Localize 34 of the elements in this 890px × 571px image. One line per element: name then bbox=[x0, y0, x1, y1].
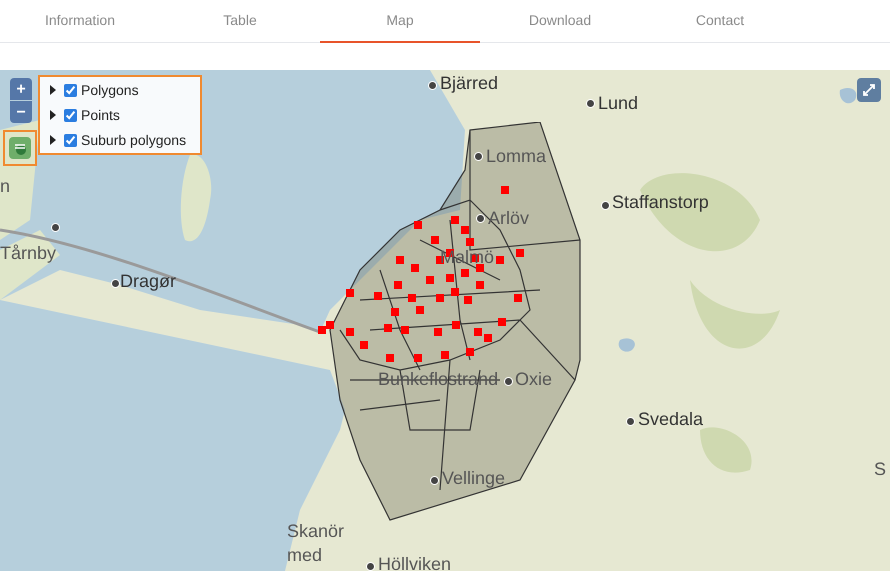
layer-label: Polygons bbox=[81, 80, 139, 100]
place-label: Lund bbox=[598, 92, 638, 114]
place-label: Lomma bbox=[486, 145, 546, 167]
place-label: Dragør bbox=[120, 270, 176, 292]
layer-label: Points bbox=[81, 106, 120, 124]
tab[interactable]: Download bbox=[480, 0, 640, 43]
expand-caret-icon[interactable] bbox=[50, 110, 56, 120]
place-label: Skanör bbox=[287, 520, 344, 542]
tab[interactable]: Table bbox=[160, 0, 320, 43]
place-label: Höllviken bbox=[378, 553, 452, 571]
place-label: Bjärred bbox=[440, 72, 498, 94]
place-label: Svedala bbox=[638, 408, 704, 430]
expand-arrows-icon bbox=[862, 83, 876, 97]
place-label: Oxie bbox=[515, 368, 552, 390]
place-label: Staffanstorp bbox=[612, 191, 709, 213]
place-label: med bbox=[287, 544, 322, 566]
layer-checkbox[interactable] bbox=[64, 84, 77, 96]
layers-button[interactable] bbox=[3, 130, 37, 166]
place-label: Vellinge bbox=[442, 467, 506, 489]
zoom-in-button[interactable]: + bbox=[10, 78, 32, 100]
place-label: S bbox=[874, 458, 886, 480]
place-label: n bbox=[0, 175, 10, 197]
zoom-out-button[interactable]: − bbox=[10, 101, 32, 123]
layer-checkbox[interactable] bbox=[64, 108, 77, 122]
tab[interactable]: Information bbox=[0, 0, 160, 43]
place-label: Tårnby bbox=[0, 242, 56, 264]
place-label: Arlöv bbox=[488, 207, 530, 229]
tab[interactable]: Contact bbox=[640, 0, 800, 43]
layer-checkbox[interactable] bbox=[64, 134, 77, 146]
expand-caret-icon[interactable] bbox=[50, 85, 56, 95]
expand-caret-icon[interactable] bbox=[50, 135, 56, 145]
tab[interactable]: Map bbox=[320, 0, 480, 43]
fullscreen-button[interactable] bbox=[857, 78, 881, 102]
layer-label: Suburb polygons bbox=[81, 130, 186, 150]
